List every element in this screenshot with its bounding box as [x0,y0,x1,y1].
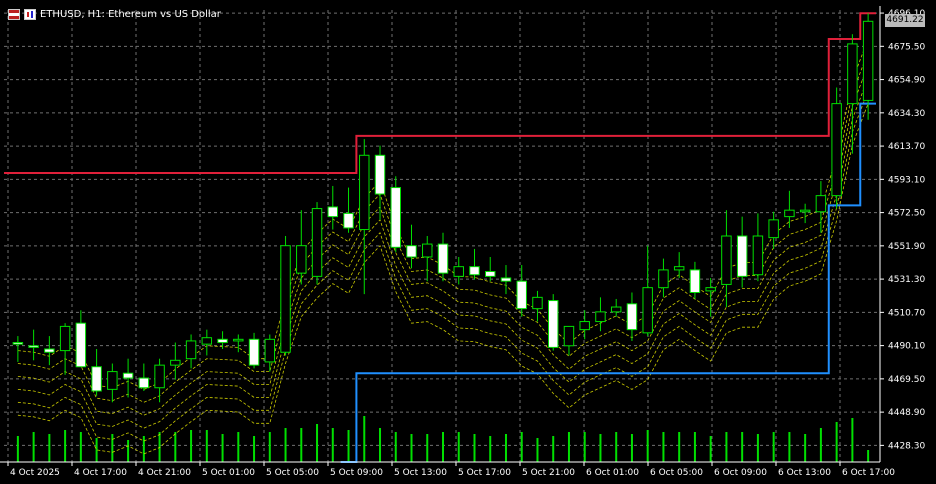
candle-bull [705,287,716,292]
candle-bull [107,371,118,390]
candle-bull [658,269,669,289]
candle-bear [406,245,417,258]
chart-title-bar: ETHUSD, H1: Ethereum vs US Dollar [8,6,221,22]
volume-histogram [16,416,870,462]
candle-bear [12,342,24,345]
candle-bear [44,348,55,353]
y-tick-label: 4448.90 [888,408,925,418]
candle-bear [327,206,339,218]
x-tick-label: 4 Oct 2025 [10,468,60,478]
y-tick-label: 4531.30 [888,275,925,285]
chart-title: ETHUSD, H1: Ethereum vs US Dollar [40,8,221,20]
axes: 4696.104675.504654.904634.304613.704593.… [0,6,925,478]
candle-bull [563,325,575,347]
x-tick-label: 5 Oct 09:00 [330,468,383,478]
candle-bear [516,280,527,310]
candle-bear [75,322,87,368]
upper-channel-line [4,12,876,175]
candle-bull [185,340,197,360]
candle-bear [437,243,449,274]
envelope-band [17,38,869,390]
candle-bull [201,337,213,345]
x-tick-label: 6 Oct 13:00 [778,468,831,478]
x-tick-label: 5 Oct 05:00 [266,468,319,478]
candle-bull [595,311,606,323]
candle-bull [721,235,732,285]
chart-icon[interactable] [24,8,36,20]
x-tick-label: 5 Oct 17:00 [458,468,511,478]
y-tick-label: 4572.50 [888,209,925,219]
candle-bull [296,245,307,274]
candle-bear [547,300,559,348]
y-tick-label: 4490.10 [888,342,925,352]
x-tick-label: 4 Oct 17:00 [74,468,127,478]
candle-bull [170,359,181,366]
price-chart[interactable]: 4696.104675.504654.904634.304613.704593.… [0,0,936,484]
y-tick-label: 4634.30 [888,109,925,119]
x-tick-label: 5 Oct 21:00 [522,468,575,478]
y-tick-label: 4613.70 [888,142,925,152]
x-tick-label: 6 Oct 01:00 [586,468,639,478]
candle-bear [122,372,134,379]
candle-bull [579,321,590,331]
candle-bull [453,266,464,277]
candle-bull [831,103,842,197]
candle-bear [390,187,401,248]
candle-bull [642,287,653,334]
candle-bull [233,338,244,342]
candle-bear [248,338,260,366]
candle-bear [28,345,39,348]
candle-bull [422,243,433,258]
candle-bull [532,296,543,310]
candle-bull [154,364,165,389]
candle-bull [280,245,291,353]
candle-bull [815,195,827,213]
envelope-band [17,51,869,403]
candle-bull [847,43,858,105]
candles [12,13,874,403]
x-tick-label: 5 Oct 13:00 [394,468,447,478]
current-price-label: 4691.22 [885,14,925,27]
candle-bull [359,154,370,231]
candle-bull [311,208,323,277]
candle-bear [626,303,638,331]
y-tick-label: 4551.90 [888,242,925,252]
candle-bear [689,269,701,293]
y-tick-label: 4469.50 [888,375,925,385]
x-tick-label: 6 Oct 09:00 [714,468,767,478]
candle-bull [862,20,874,101]
y-tick-label: 4654.90 [888,76,925,86]
candle-bull [784,209,795,218]
x-tick-label: 6 Oct 05:00 [650,468,703,478]
x-tick-label: 6 Oct 17:00 [842,468,895,478]
candle-bull [59,325,71,352]
y-tick-label: 4428.30 [888,441,925,451]
flag-icon [8,8,20,20]
grid [4,10,880,462]
candle-bear [91,366,102,392]
candle-bear [374,154,386,195]
candle-bear [138,377,150,389]
candle-bull [264,338,276,363]
candle-bear [500,277,512,282]
candle-bear [469,266,480,276]
candle-bear [343,212,354,229]
x-tick-label: 5 Oct 01:00 [202,468,255,478]
candle-bull [768,219,779,239]
candle-bear [736,235,748,277]
y-tick-label: 4675.50 [888,42,925,52]
chart-window[interactable]: 4696.104675.504654.904634.304613.704593.… [0,0,936,484]
y-tick-label: 4593.10 [888,175,925,185]
candle-bear [217,338,228,344]
candle-bull [673,266,685,271]
x-tick-label: 4 Oct 21:00 [138,468,191,478]
candle-bull [799,209,811,213]
candle-bull [610,306,622,313]
candle-bull [752,235,764,276]
candle-bear [485,271,496,277]
lower-channel-line [340,102,876,463]
y-tick-label: 4510.70 [888,308,925,318]
